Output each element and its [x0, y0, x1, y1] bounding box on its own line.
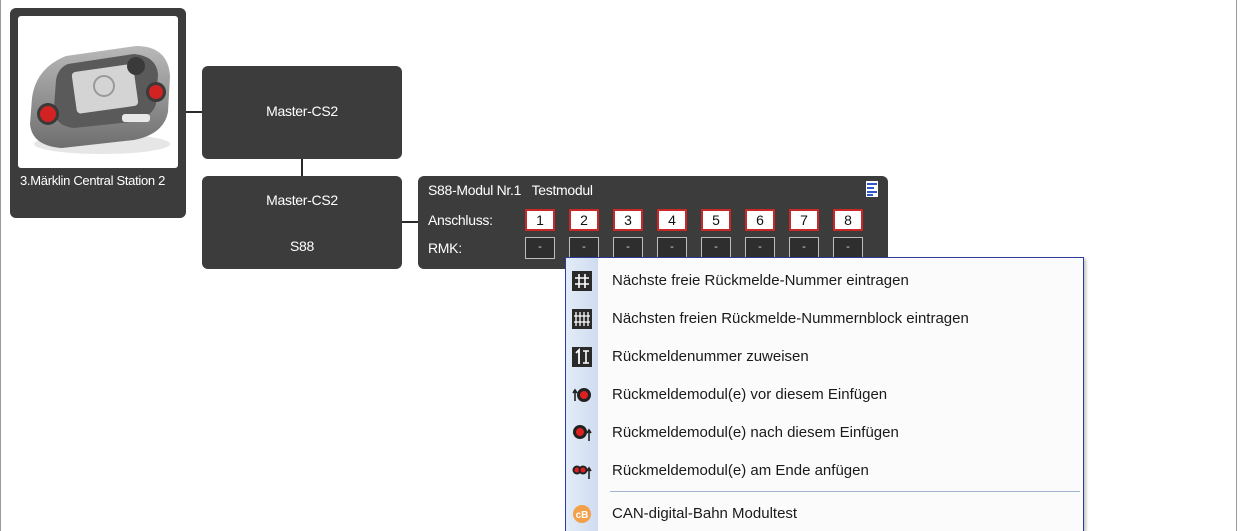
menu-item-next-free-number[interactable]: Nächste freie Rückmelde-Nummer eintragen [566, 262, 1083, 298]
menu-item-insert-after[interactable]: Rückmeldemodul(e) nach diesem Einfügen [566, 414, 1083, 450]
menu-item-next-free-block[interactable]: Nächsten freien Rückmelde-Nummernblock e… [566, 300, 1083, 336]
bus-type-label: S88 [289, 238, 314, 254]
s88-module-title: S88-Modul Nr.1 Testmodul [428, 182, 593, 198]
rmk-cell-3[interactable]: - [613, 237, 643, 259]
central-station-image [18, 16, 178, 168]
menu-item-label: Rückmeldemodul(e) nach diesem Einfügen [612, 424, 899, 441]
rmk-cell-8[interactable]: - [833, 237, 863, 259]
connector-master-s88 [402, 221, 418, 223]
menu-item-label: Nächste freie Rückmelde-Nummer eintragen [612, 272, 909, 289]
hash-single-icon [572, 271, 592, 291]
port-box-7[interactable]: 7 [789, 209, 819, 231]
rmk-cell-7[interactable]: - [789, 237, 819, 259]
menu-item-label: CAN-digital-Bahn Modultest [612, 505, 798, 522]
central-station-node[interactable]: 3.Märklin Central Station 2 [10, 8, 186, 218]
port-box-8[interactable]: 8 [833, 209, 863, 231]
master-node-label: Master-CS2 [266, 192, 338, 208]
rmk-cell-4[interactable]: - [657, 237, 687, 259]
insert-after-icon [572, 423, 592, 443]
insert-before-icon [572, 385, 592, 405]
assign-number-icon [572, 347, 592, 367]
menu-item-can-module-test[interactable]: cB CAN-digital-Bahn Modultest [566, 495, 1083, 531]
port-box-1[interactable]: 1 [525, 209, 555, 231]
menu-item-insert-before[interactable]: Rückmeldemodul(e) vor diesem Einfügen [566, 376, 1083, 412]
port-box-4[interactable]: 4 [657, 209, 687, 231]
rmk-cell-5[interactable]: - [701, 237, 731, 259]
append-end-icon [572, 461, 592, 481]
rmk-cell-6[interactable]: - [745, 237, 775, 259]
rmk-cell-1[interactable]: - [525, 237, 555, 259]
svg-text:cB: cB [576, 510, 589, 521]
cdb-logo-icon: cB [572, 504, 592, 524]
port-row-label: Anschluss: [428, 212, 493, 228]
s88-module-node[interactable]: S88-Modul Nr.1 Testmodul Anschluss: RMK:… [418, 176, 888, 269]
central-station-label: 3.Märklin Central Station 2 [20, 173, 166, 188]
menu-item-label: Rückmeldemodul(e) vor diesem Einfügen [612, 386, 888, 403]
menu-item-label: Rückmeldemodul(e) am Ende anfügen [612, 462, 869, 479]
menu-item-label: Nächsten freien Rückmelde-Nummernblock e… [612, 310, 969, 327]
master-cs2-node-1[interactable]: Master-CS2 [202, 66, 402, 159]
master-node-label: Master-CS2 [266, 103, 338, 119]
connector-cs-master [186, 111, 202, 113]
master-cs2-node-2[interactable]: Master-CS2 S88 [202, 176, 402, 269]
port-box-2[interactable]: 2 [569, 209, 599, 231]
module-properties-icon[interactable] [866, 181, 878, 197]
rmk-row-label: RMK: [428, 240, 462, 256]
port-box-3[interactable]: 3 [613, 209, 643, 231]
port-box-6[interactable]: 6 [745, 209, 775, 231]
menu-item-assign-number[interactable]: Rückmeldenummer zuweisen [566, 338, 1083, 374]
rmk-cell-2[interactable]: - [569, 237, 599, 259]
port-box-5[interactable]: 5 [701, 209, 731, 231]
connector-master-master [301, 159, 303, 176]
hash-block-icon [572, 309, 592, 329]
canvas-right-border [1236, 0, 1237, 531]
menu-item-label: Rückmeldenummer zuweisen [612, 348, 809, 365]
canvas-left-border [0, 0, 1, 531]
menu-separator [610, 491, 1080, 492]
menu-item-append-end[interactable]: Rückmeldemodul(e) am Ende anfügen [566, 452, 1083, 488]
context-menu: Nächste freie Rückmelde-Nummer eintragen… [565, 257, 1084, 531]
